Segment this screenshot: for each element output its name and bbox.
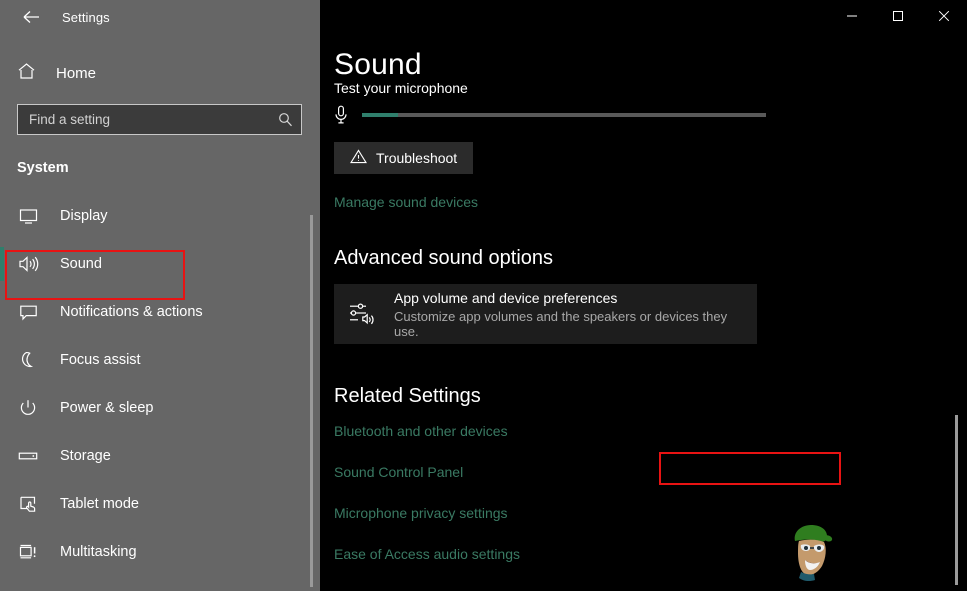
related-settings-heading: Related Settings xyxy=(334,385,481,408)
sidebar-item-label: Storage xyxy=(60,448,111,464)
sidebar-item-label: Multitasking xyxy=(60,544,137,560)
bluetooth-and-other-devices-link[interactable]: Bluetooth and other devices xyxy=(334,423,520,439)
drive-icon xyxy=(17,450,39,462)
sidebar-item-multitasking[interactable]: Multitasking xyxy=(0,528,320,576)
sidebar-item-tablet-mode[interactable]: Tablet mode xyxy=(0,480,320,528)
ease-of-access-audio-settings-link[interactable]: Ease of Access audio settings xyxy=(334,546,520,562)
mic-test-label: Test your microphone xyxy=(334,80,468,96)
manage-sound-devices-link[interactable]: Manage sound devices xyxy=(334,194,478,210)
search-icon[interactable] xyxy=(278,112,293,127)
sidebar-item-sound[interactable]: Sound xyxy=(0,240,320,288)
sidebar-item-home[interactable]: Home xyxy=(0,56,320,90)
sidebar-item-storage[interactable]: Storage xyxy=(0,432,320,480)
main-content: Sound Test your microphone xyxy=(320,0,967,591)
sidebar-item-label: Notifications & actions xyxy=(60,304,203,320)
settings-window: Settings Home System xyxy=(0,0,967,591)
window-controls xyxy=(829,0,967,32)
sidebar-item-label: Focus assist xyxy=(60,352,141,368)
close-icon[interactable] xyxy=(921,0,967,32)
sound-control-panel-link[interactable]: Sound Control Panel xyxy=(334,464,520,480)
minimize-icon[interactable] xyxy=(829,0,875,32)
app-volume-card-text: App volume and device preferences Custom… xyxy=(394,290,743,339)
sidebar-category-header: System xyxy=(0,160,320,176)
advanced-sound-options-heading: Advanced sound options xyxy=(334,247,553,270)
multitasking-icon xyxy=(17,544,39,561)
mic-level-meter xyxy=(362,113,766,117)
monitor-icon xyxy=(17,208,39,225)
titlebar-left: Settings xyxy=(0,0,320,34)
troubleshoot-label: Troubleshoot xyxy=(376,150,457,166)
speaker-icon xyxy=(17,255,39,273)
speech-bubble-icon xyxy=(17,304,39,321)
microphone-privacy-settings-link[interactable]: Microphone privacy settings xyxy=(334,505,520,521)
back-arrow-icon[interactable] xyxy=(14,2,48,32)
sidebar-item-label: Display xyxy=(60,208,108,224)
sidebar-item-label: Sound xyxy=(60,256,102,272)
moon-icon xyxy=(17,351,39,369)
search-box[interactable] xyxy=(17,104,302,135)
home-label: Home xyxy=(56,65,96,82)
audio-mixer-icon xyxy=(348,301,378,327)
app-title: Settings xyxy=(62,10,110,25)
search-input[interactable] xyxy=(29,112,278,127)
microphone-icon xyxy=(334,105,348,125)
warning-triangle-icon xyxy=(350,149,367,167)
app-volume-card-title: App volume and device preferences xyxy=(394,290,743,306)
page-title: Sound xyxy=(334,48,432,82)
sidebar-nav-list: Display Sound xyxy=(0,192,320,576)
content-scrollbar[interactable] xyxy=(955,415,958,585)
mic-level-fill xyxy=(362,113,398,117)
app-volume-preferences-card[interactable]: App volume and device preferences Custom… xyxy=(334,284,757,344)
power-icon xyxy=(17,399,39,417)
sidebar-item-display[interactable]: Display xyxy=(0,192,320,240)
sidebar: Settings Home System xyxy=(0,0,320,591)
appuals-mascot-watermark xyxy=(781,515,847,585)
app-volume-card-subtitle: Customize app volumes and the speakers o… xyxy=(394,309,743,339)
settings-scroll-area: Test your microphone xyxy=(320,84,967,591)
sidebar-item-label: Tablet mode xyxy=(60,496,139,512)
maximize-icon[interactable] xyxy=(875,0,921,32)
tablet-hand-icon xyxy=(17,495,39,513)
sidebar-scrollbar[interactable] xyxy=(310,215,313,587)
sidebar-item-focus-assist[interactable]: Focus assist xyxy=(0,336,320,384)
sidebar-item-power-sleep[interactable]: Power & sleep xyxy=(0,384,320,432)
sidebar-item-notifications[interactable]: Notifications & actions xyxy=(0,288,320,336)
home-icon xyxy=(17,62,36,85)
mic-level-row xyxy=(334,105,766,125)
related-settings-links: Bluetooth and other devices Sound Contro… xyxy=(334,423,520,587)
sidebar-item-label: Power & sleep xyxy=(60,400,154,416)
troubleshoot-button[interactable]: Troubleshoot xyxy=(334,142,473,174)
